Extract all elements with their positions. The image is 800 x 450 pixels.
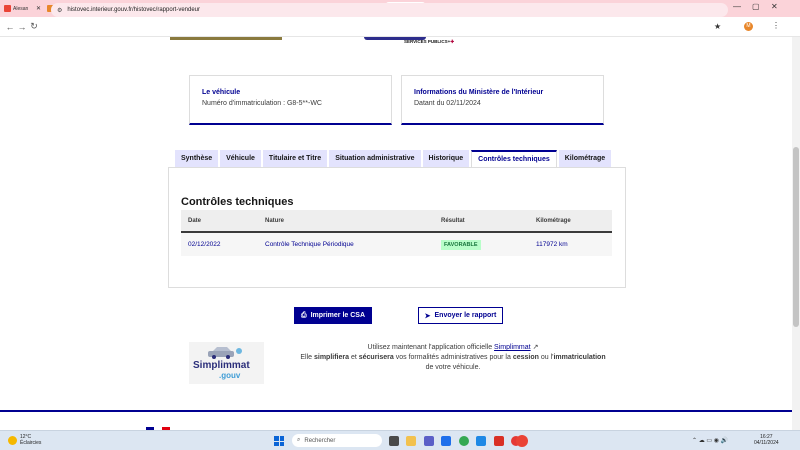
report-tab[interactable]: Contrôles techniques (471, 150, 557, 167)
promo-text-c: vos formalités administratives pour la (393, 354, 513, 361)
send-icon: ➤ (424, 312, 431, 320)
data-date: Datant du 02/11/2024 (414, 100, 481, 107)
maximize-icon[interactable]: ▢ (752, 2, 760, 11)
simplimmat-promo: Utilisez maintenant l'application offici… (300, 343, 606, 373)
weather-text: Éclaircies (20, 440, 42, 446)
clock-date: 04/11/2024 (754, 440, 779, 446)
windows-taskbar: 12°C Éclaircies ⌕ Rechercher ⌃ ☁ ▭ ◉ 🔊 16… (0, 430, 800, 450)
page-content: SERVICES PUBLICS+✚ Le véhicule Numéro d'… (0, 37, 792, 430)
report-tab[interactable]: Situation administrative (329, 150, 421, 167)
send-report-button[interactable]: ➤ Envoyer le rapport (418, 307, 503, 324)
site-info-icon[interactable]: ⚙ (57, 7, 62, 14)
page-scrollbar[interactable] (792, 37, 800, 430)
promo-bold-cession: cession (512, 354, 539, 361)
scrollbar-thumb[interactable] (793, 147, 799, 327)
external-link-icon: ↗ (532, 344, 539, 351)
table-row: 02/12/2022 Contrôle Technique Périodique… (181, 233, 612, 256)
reload-icon[interactable]: ↻ (28, 21, 40, 32)
browser-tab[interactable]: Alesan ✕ (2, 2, 43, 15)
simplimmat-logo-suffix: .gouv (219, 371, 241, 380)
close-tab-icon[interactable]: ✕ (36, 5, 41, 12)
browser-toolbar: ← → ↻ (0, 17, 800, 37)
section-title: Contrôles techniques (181, 196, 294, 208)
col-nature: Nature (265, 217, 285, 224)
promo-bold-securisera: sécurisera (358, 354, 394, 361)
simplimmat-link[interactable]: Simplimmat (494, 344, 531, 351)
promo-bold-immatriculation: immatriculation (553, 354, 606, 361)
weather-widget[interactable]: 12°C Éclaircies (8, 434, 41, 446)
back-icon[interactable]: ← (4, 22, 16, 32)
col-date: Date (188, 217, 202, 224)
promo-line1: Utilisez maintenant l'application offici… (367, 344, 495, 351)
registration-number: Numéro d'immatriculation : G8-5**-WC (202, 100, 322, 107)
report-tab[interactable]: Véhicule (220, 150, 261, 167)
close-window-icon[interactable]: ✕ (771, 2, 778, 11)
report-tab-list: Synthèse Véhicule Titulaire et Titre Situat… (175, 150, 612, 167)
address-bar[interactable]: ⚙ histovec.interieur.gouv.fr/histovec/ra… (51, 3, 728, 17)
report-tab[interactable]: Historique (422, 150, 470, 167)
teams-icon[interactable] (424, 436, 434, 446)
simplimmat-logo-name: Simplimmat (193, 360, 250, 371)
col-resultat: Résultat (441, 217, 465, 224)
promo-bold-simplifiera: simplifiera (314, 354, 350, 361)
file-explorer-icon[interactable] (406, 436, 416, 446)
promo-text-a: Elle (300, 354, 314, 361)
taskbar-search[interactable]: ⌕ Rechercher (292, 434, 382, 447)
system-tray[interactable]: ⌃ ☁ ▭ ◉ 🔊 (692, 437, 728, 444)
vehicle-card-title: Le véhicule (202, 89, 241, 96)
controles-table: Date Nature Résultat Kilométrage 02/12/2… (181, 210, 612, 256)
clock[interactable]: 16:27 04/11/2024 (754, 434, 779, 446)
col-kilometrage: Kilométrage (536, 217, 571, 224)
print-csa-label: Imprimer le CSA (310, 312, 366, 319)
vehicle-card: Le véhicule Numéro d'immatriculation : G… (189, 75, 392, 125)
simplimmat-logo[interactable]: Simplimmat .gouv (189, 342, 264, 384)
edge-icon[interactable] (476, 436, 486, 446)
browser-menu-icon[interactable]: ⋮ (772, 21, 780, 30)
report-tab[interactable]: Synthèse (175, 150, 219, 167)
start-icon[interactable] (274, 436, 284, 446)
promo-text-e: de votre véhicule. (425, 364, 481, 371)
search-placeholder: Rechercher (304, 437, 336, 444)
ministry-card: Informations du Ministère de l'Intérieur… (401, 75, 604, 125)
acrobat-icon[interactable] (494, 436, 504, 446)
url-text: histovec.interieur.gouv.fr/histovec/rapp… (67, 7, 201, 13)
car-icon (208, 347, 242, 359)
bookmark-star-icon[interactable]: ★ (714, 22, 721, 31)
status-badge: FAVORABLE (441, 239, 481, 250)
mail-icon[interactable] (441, 436, 451, 446)
sun-icon (8, 435, 17, 445)
row-kilometrage: 117972 km (536, 241, 568, 248)
report-tab[interactable]: Titulaire et Titre (262, 150, 328, 167)
footer-divider (0, 410, 792, 412)
ministry-card-title: Informations du Ministère de l'Intérieur (414, 89, 544, 96)
tab-favicon-icon (4, 5, 11, 12)
report-tab[interactable]: Kilométrage (558, 150, 612, 167)
table-header: Date Nature Résultat Kilométrage (181, 210, 612, 233)
search-icon: ⌕ (297, 437, 301, 443)
minimize-icon[interactable]: — (733, 2, 741, 11)
printer-icon: ⎙ (300, 311, 307, 319)
row-resultat: FAVORABLE (441, 233, 481, 256)
chrome-active-icon[interactable] (516, 435, 528, 447)
profile-avatar[interactable]: M (744, 22, 753, 31)
chrome-icon[interactable] (459, 436, 469, 446)
row-date: 02/12/2022 (188, 241, 221, 248)
task-view-icon[interactable] (389, 436, 399, 446)
services-publics-logo: SERVICES PUBLICS+✚ (404, 39, 455, 44)
send-report-label: Envoyer le rapport (434, 312, 497, 319)
row-nature: Contrôle Technique Périodique (265, 241, 354, 248)
forward-icon[interactable]: → (16, 22, 28, 32)
promo-text-b: et (349, 354, 359, 361)
print-csa-button[interactable]: ⎙ Imprimer le CSA (294, 307, 372, 324)
promo-text-d: ou l' (538, 354, 554, 361)
browser-tab-label: Alesan (13, 5, 29, 12)
header-image (170, 37, 282, 40)
